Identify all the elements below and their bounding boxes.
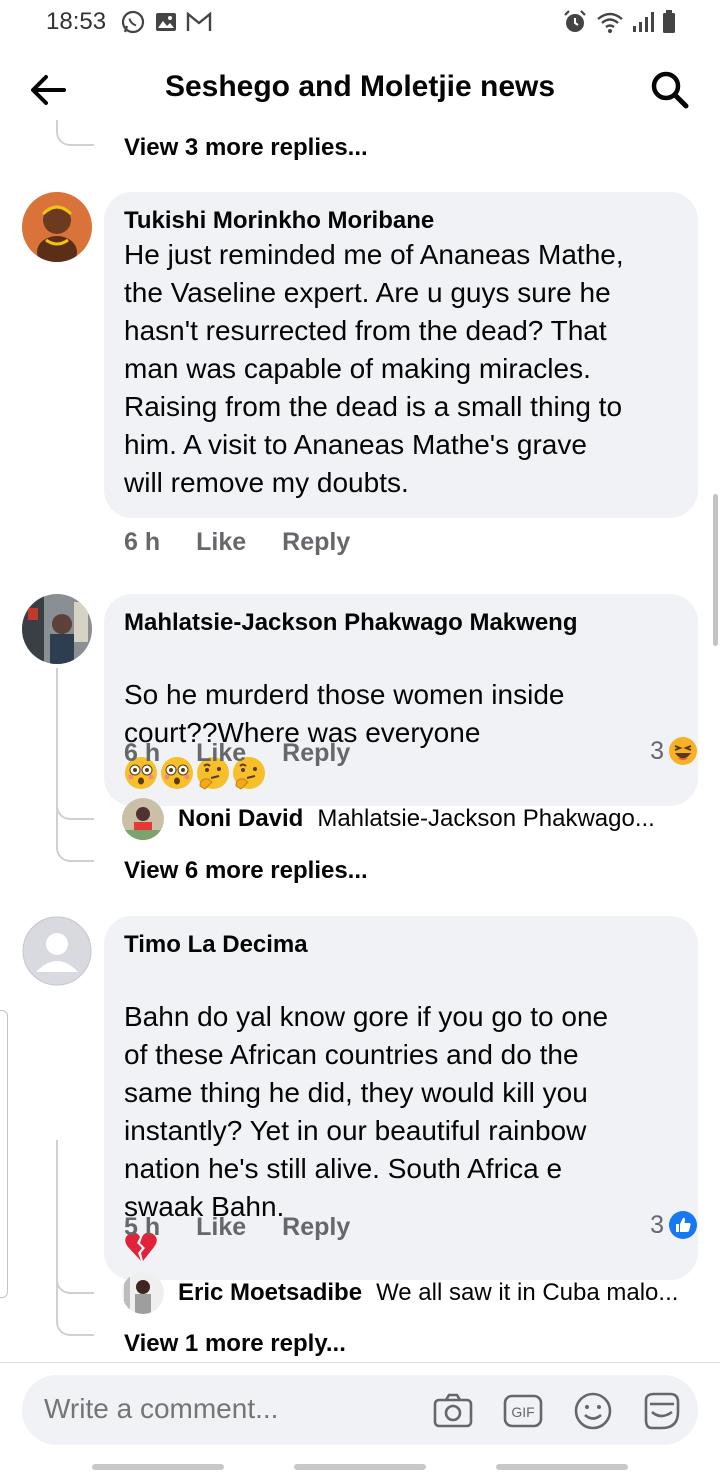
view-more-replies[interactable]: View 3 more replies... [124, 134, 368, 162]
comments-list[interactable]: View 3 more replies... Tukishi Morinkho … [0, 120, 720, 1360]
like-button[interactable]: Like [196, 1213, 246, 1242]
avatar[interactable] [22, 916, 92, 986]
reply-snippet: We all saw it in Cuba malo... [376, 1279, 679, 1306]
gmail-icon [186, 11, 212, 31]
haha-reaction-icon [669, 737, 697, 765]
comment-bubble[interactable]: Mahlatsie-Jackson Phakwago Makweng So he… [104, 594, 698, 806]
thread-line [56, 668, 94, 820]
thread-line [56, 808, 94, 862]
thread-line [56, 1140, 94, 1294]
comment-bubble[interactable]: Tukishi Morinkho Moribane He just remind… [104, 192, 698, 518]
reply-preview[interactable]: Eric Moetsadibe We all saw it in Cuba ma… [122, 1272, 682, 1314]
sticker-icon[interactable] [640, 1390, 682, 1432]
page-title: Seshego and Moletjie news [164, 70, 556, 103]
reaction-count: 3 [650, 736, 664, 765]
comment-composer[interactable]: GIF [22, 1375, 698, 1445]
avatar-image [22, 192, 92, 262]
reply-button[interactable]: Reply [282, 528, 350, 557]
reply-button[interactable]: Reply [282, 1213, 350, 1242]
comment-text: Bahn do yal know gore if you go to one o… [124, 1001, 609, 1222]
status-time: 18:53 [46, 8, 107, 35]
avatar[interactable] [122, 798, 164, 840]
gif-icon[interactable]: GIF [502, 1390, 544, 1432]
wifi-icon [597, 12, 623, 33]
comment-author[interactable]: Tukishi Morinkho Moribane [124, 206, 678, 236]
like-button[interactable]: Like [196, 739, 246, 768]
reaction-summary[interactable]: 3 [650, 736, 698, 766]
comment-author[interactable]: Timo La Decima [124, 930, 678, 960]
avatar[interactable] [122, 1272, 164, 1314]
default-avatar-icon [22, 916, 92, 986]
like-button[interactable]: Like [196, 528, 246, 557]
search-icon [651, 71, 689, 109]
reaction-count: 3 [650, 1210, 664, 1239]
avatar-image [122, 1272, 164, 1314]
nav-home-gesture[interactable] [294, 1464, 426, 1470]
reply-snippet: Mahlatsie-Jackson Phakwago... [317, 805, 655, 832]
camera-icon[interactable] [432, 1390, 474, 1432]
comment-text: So he murderd those women inside court??… [124, 679, 565, 748]
svg-text:GIF: GIF [511, 1404, 534, 1420]
reply-preview[interactable]: Noni David Mahlatsie-Jackson Phakwago... [122, 798, 682, 840]
avatar[interactable] [22, 594, 92, 664]
nav-back-gesture[interactable] [92, 1464, 224, 1470]
reply-author[interactable]: Eric Moetsadibe [178, 1279, 362, 1307]
comment-actions: 5 h Like Reply [124, 1213, 350, 1242]
comment-time: 6 h [124, 528, 161, 556]
thread-line [56, 120, 94, 146]
nav-recents-gesture[interactable] [496, 1464, 628, 1470]
comment-time: 6 h [124, 739, 161, 767]
comment-author[interactable]: Mahlatsie-Jackson Phakwago Makweng [124, 608, 678, 638]
like-reaction-icon [669, 1211, 697, 1239]
gallery-icon [156, 13, 176, 31]
comment-actions: 6 h Like Reply [124, 739, 350, 768]
whatsapp-icon [121, 10, 145, 34]
search-button[interactable] [646, 66, 694, 114]
comment-actions: 6 h Like Reply [124, 528, 350, 557]
view-more-replies[interactable]: View 1 more reply... [124, 1330, 346, 1358]
comment-input[interactable] [44, 1393, 424, 1425]
system-nav-bar [0, 1456, 720, 1480]
reaction-summary[interactable]: 3 [650, 1210, 698, 1240]
status-bar: 18:53 [0, 0, 720, 44]
reply-author[interactable]: Noni David [178, 805, 303, 833]
comment-time: 5 h [124, 1213, 161, 1241]
comment-composer-bar: GIF [0, 1362, 720, 1456]
emoji-icon[interactable] [572, 1390, 614, 1432]
edge-indicator [0, 1010, 8, 1298]
scrollbar[interactable] [713, 494, 718, 646]
view-more-replies[interactable]: View 6 more replies... [124, 857, 368, 885]
avatar-image [122, 798, 164, 840]
battery-icon [663, 10, 675, 33]
comment-text: He just reminded me of Ananeas Mathe, th… [124, 239, 624, 498]
avatar-image [22, 594, 92, 664]
reply-button[interactable]: Reply [282, 739, 350, 768]
signal-icon [633, 12, 654, 32]
thread-line [56, 1280, 94, 1336]
avatar[interactable] [22, 192, 92, 262]
alarm-icon [564, 10, 586, 32]
